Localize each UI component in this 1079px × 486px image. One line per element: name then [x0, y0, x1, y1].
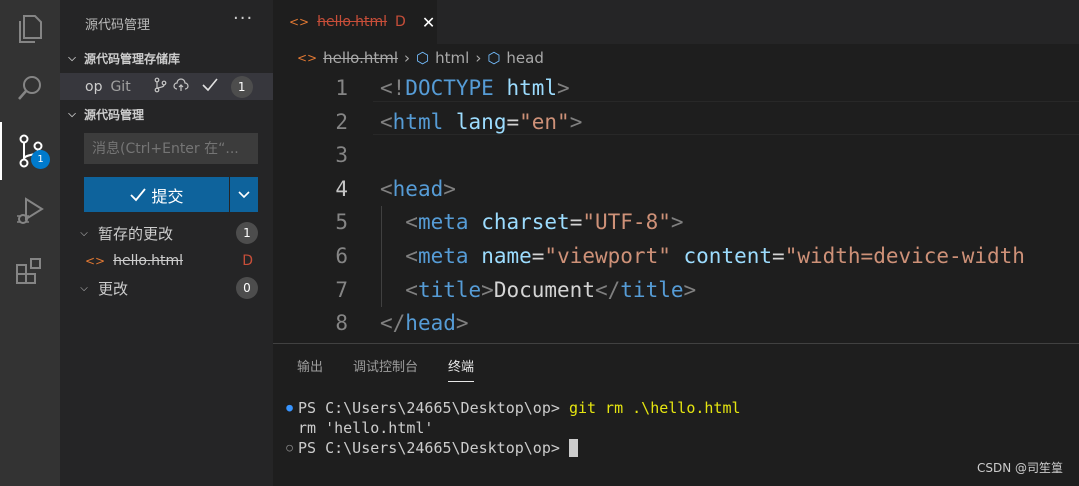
run-debug-icon[interactable]: [0, 182, 60, 240]
line-number: 4: [335, 176, 348, 201]
line-content: <meta name="viewport" content="width=dev…: [405, 243, 1025, 268]
extensions-icon[interactable]: [0, 242, 60, 300]
commit-button-label: 提交: [151, 186, 184, 206]
close-icon[interactable]: ✕: [422, 13, 435, 32]
terminal-prompt: PS C:\Users\24665\Desktop\op>: [298, 439, 569, 457]
symbol-icon: ⬡: [487, 49, 501, 67]
sidebar-title: 源代码管理: [85, 18, 151, 33]
line-number: 5: [335, 210, 348, 235]
line-number: 2: [335, 109, 348, 134]
branch-icon[interactable]: [153, 77, 169, 97]
staged-count-badge: 1: [236, 222, 258, 244]
tab-debug-console[interactable]: 调试控制台: [353, 356, 418, 382]
line-number: 8: [335, 311, 348, 336]
line-content: <html lang="en">: [380, 109, 583, 134]
tab-output[interactable]: 输出: [297, 356, 323, 382]
repository-row[interactable]: op Git 1: [60, 73, 273, 100]
chevron-down-icon: ⌵: [68, 108, 76, 120]
scm-section-header[interactable]: ⌵ 源代码管理: [60, 103, 273, 125]
staged-file-name: hello.html: [113, 253, 184, 269]
html-file-icon: <>: [85, 254, 106, 268]
line-content: <!DOCTYPE html>: [380, 76, 570, 100]
repo-name: op: [85, 78, 103, 95]
line-number: 1: [335, 76, 348, 100]
panel-tabs: 输出 调试控制台 终端: [297, 356, 475, 382]
tab-terminal[interactable]: 终端: [448, 356, 475, 382]
line-number: 7: [335, 277, 348, 302]
repositories-header-label: 源代码管理存储库: [84, 51, 181, 66]
staged-changes-label: 暂存的更改: [98, 224, 174, 243]
code-line[interactable]: 7 <title>Document</title>: [273, 274, 1079, 308]
chevron-down-icon: ⌵: [80, 282, 88, 294]
tab-status: D: [395, 14, 406, 30]
terminal-line: rm 'hello.html': [281, 418, 741, 438]
html-file-icon: <>: [289, 15, 310, 29]
chevron-down-icon: [238, 190, 250, 198]
scm-header-label: 源代码管理: [84, 107, 145, 122]
tab-file-name: hello.html: [317, 14, 388, 30]
code-line[interactable]: 5 <meta charset="UTF-8">: [273, 206, 1079, 240]
watermark: CSDN @司笙篁: [976, 461, 1063, 475]
chevron-down-icon: ⌵: [80, 227, 88, 239]
editor-tab[interactable]: <> hello.html D ✕: [273, 0, 437, 44]
source-control-badge: 1: [31, 150, 50, 169]
commit-dropdown-button[interactable]: [230, 177, 258, 212]
command-success-icon[interactable]: ●: [281, 398, 298, 418]
line-content: <head>: [380, 176, 456, 201]
editor-tab-bar: <> hello.html D ✕: [273, 0, 1079, 44]
code-line[interactable]: 1 <!DOCTYPE html>: [273, 72, 1079, 106]
code-line[interactable]: 3: [273, 139, 1079, 173]
staged-file-item[interactable]: <> hello.html D: [60, 250, 273, 272]
terminal-cursor: [568, 439, 578, 457]
terminal-line: ○ PS C:\Users\24665\Desktop\op>: [281, 438, 741, 458]
more-actions-icon[interactable]: ···: [233, 8, 253, 29]
bottom-panel: 输出 调试控制台 终端 ● PS C:\Users\24665\Desktop\o…: [273, 343, 1079, 486]
terminal-output[interactable]: ● PS C:\Users\24665\Desktop\op> git rm .\…: [281, 398, 741, 458]
terminal-prompt: PS C:\Users\24665\Desktop\op>: [298, 399, 569, 417]
terminal-prompt: rm 'hello.html': [298, 419, 434, 437]
line-content: </head>: [380, 311, 469, 336]
changes-count-badge: 0: [236, 277, 258, 299]
changes-group[interactable]: ⌵ 更改 0: [60, 276, 273, 300]
search-icon[interactable]: [0, 60, 60, 118]
cloud-upload-icon[interactable]: [173, 77, 189, 97]
changes-label: 更改: [98, 279, 129, 298]
commit-check-icon[interactable]: [201, 77, 219, 97]
repo-changes-badge: 1: [230, 75, 253, 98]
repo-provider: Git: [110, 78, 131, 95]
explorer-icon[interactable]: [0, 0, 60, 58]
line-content: <meta charset="UTF-8">: [405, 210, 684, 235]
commit-message-input[interactable]: [84, 133, 258, 164]
breadcrumb-html[interactable]: html: [435, 49, 469, 67]
staged-changes-group[interactable]: ⌵ 暂存的更改 1: [60, 221, 273, 245]
line-number: 6: [335, 243, 348, 268]
check-icon: [130, 187, 147, 201]
terminal-command: git rm .\hello.html: [568, 399, 741, 417]
repositories-section-header[interactable]: ⌵ 源代码管理存储库: [60, 47, 273, 69]
chevron-right-icon: ›: [475, 49, 482, 67]
chevron-right-icon: ›: [404, 49, 411, 67]
editor-area: <> hello.html D ✕ <> hello.html › ⬡ html…: [273, 0, 1079, 343]
chevron-down-icon: ⌵: [68, 52, 76, 64]
symbol-icon: ⬡: [416, 49, 430, 67]
file-status-deleted: D: [242, 253, 253, 269]
code-line[interactable]: 8 </head>: [273, 307, 1079, 341]
line-number: 3: [335, 143, 348, 168]
terminal-line: ● PS C:\Users\24665\Desktop\op> git rm .\…: [281, 398, 741, 418]
code-editor[interactable]: 1 <!DOCTYPE html> 2 <html lang="en"> 3 4 <head…: [273, 72, 1079, 341]
commit-button[interactable]: 提交: [84, 177, 229, 212]
breadcrumb-file[interactable]: hello.html: [323, 49, 398, 67]
line-content: <title>Document</title>: [405, 277, 697, 302]
breadcrumb: <> hello.html › ⬡ html › ⬡ head: [297, 47, 544, 69]
html-file-icon: <>: [297, 51, 318, 65]
source-control-sidebar: 源代码管理 ··· ⌵ 源代码管理存储库 op Git 1 ⌵ 源代码管理 提交…: [60, 0, 273, 486]
activity-bar: 1: [0, 0, 60, 486]
source-control-icon[interactable]: [0, 122, 60, 180]
code-line[interactable]: 2 <html lang="en">: [273, 106, 1079, 140]
command-pending-icon[interactable]: ○: [281, 438, 298, 458]
code-line[interactable]: 4 <head>: [273, 173, 1079, 207]
breadcrumb-head[interactable]: head: [506, 49, 543, 67]
code-line[interactable]: 6 <meta name="viewport" content="width=d…: [273, 240, 1079, 274]
